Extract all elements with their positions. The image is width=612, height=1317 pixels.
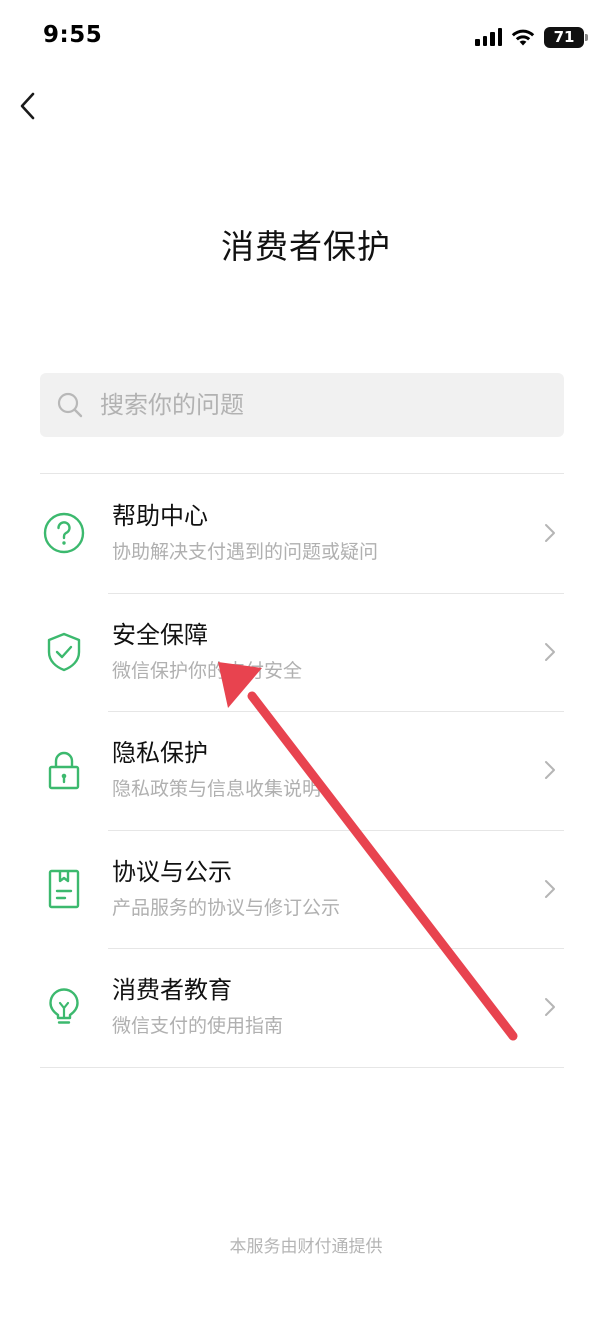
chevron-left-icon	[20, 92, 35, 120]
status-icons: 71	[475, 26, 588, 48]
battery-icon: 71	[544, 26, 588, 48]
search-icon	[56, 391, 84, 419]
menu-item-title: 协议与公示	[112, 857, 232, 886]
back-button[interactable]	[10, 88, 46, 124]
menu-item-desc: 微信支付的使用指南	[112, 1015, 284, 1038]
menu-item-title: 安全保障	[112, 620, 208, 649]
menu-item-consumer-education[interactable]: 消费者教育 微信支付的使用指南	[40, 948, 564, 1067]
menu-item-desc: 微信保护你的支付安全	[112, 659, 303, 682]
document-icon	[40, 865, 88, 913]
wifi-icon	[511, 29, 535, 46]
footer-provider-text: 本服务由财付通提供	[229, 1237, 383, 1257]
menu-item-help-center[interactable]: 帮助中心 协助解决支付遇到的问题或疑问	[40, 474, 564, 593]
lightbulb-icon	[40, 983, 88, 1031]
menu-item-text: 隐私保护 隐私政策与信息收集说明	[112, 737, 538, 803]
menu-list: 帮助中心 协助解决支付遇到的问题或疑问 安全保障 微信保护你的支付安全 隐私保护…	[40, 473, 564, 1068]
menu-item-text: 消费者教育 微信支付的使用指南	[112, 974, 538, 1040]
search-box[interactable]	[40, 373, 564, 437]
status-time: 9:55	[43, 22, 103, 48]
menu-item-title: 帮助中心	[112, 502, 208, 531]
menu-item-title: 隐私保护	[112, 739, 208, 768]
signal-icon	[475, 28, 502, 46]
menu-item-text: 帮助中心 协助解决支付遇到的问题或疑问	[112, 500, 538, 566]
menu-item-text: 安全保障 微信保护你的支付安全	[112, 619, 538, 685]
menu-item-desc: 产品服务的协议与修订公示	[112, 896, 341, 919]
chevron-right-icon	[538, 640, 562, 664]
lock-icon	[40, 746, 88, 794]
status-bar: 9:55 71	[0, 0, 612, 76]
chevron-right-icon	[538, 758, 562, 782]
page-title: 消费者保护	[221, 227, 391, 266]
shield-check-icon	[40, 628, 88, 676]
menu-item-desc: 隐私政策与信息收集说明	[112, 778, 322, 801]
menu-item-agreements[interactable]: 协议与公示 产品服务的协议与修订公示	[40, 829, 564, 949]
menu-item-text: 协议与公示 产品服务的协议与修订公示	[112, 856, 538, 922]
battery-level: 71	[553, 28, 575, 46]
menu-item-desc: 协助解决支付遇到的问题或疑问	[112, 541, 379, 564]
chevron-right-icon	[538, 877, 562, 901]
search-input[interactable]	[100, 373, 564, 437]
question-circle-icon	[40, 509, 88, 557]
chevron-right-icon	[538, 995, 562, 1019]
menu-item-security[interactable]: 安全保障 微信保护你的支付安全	[40, 592, 564, 712]
chevron-right-icon	[538, 521, 562, 545]
menu-item-title: 消费者教育	[112, 976, 232, 1005]
menu-item-privacy[interactable]: 隐私保护 隐私政策与信息收集说明	[40, 711, 564, 830]
